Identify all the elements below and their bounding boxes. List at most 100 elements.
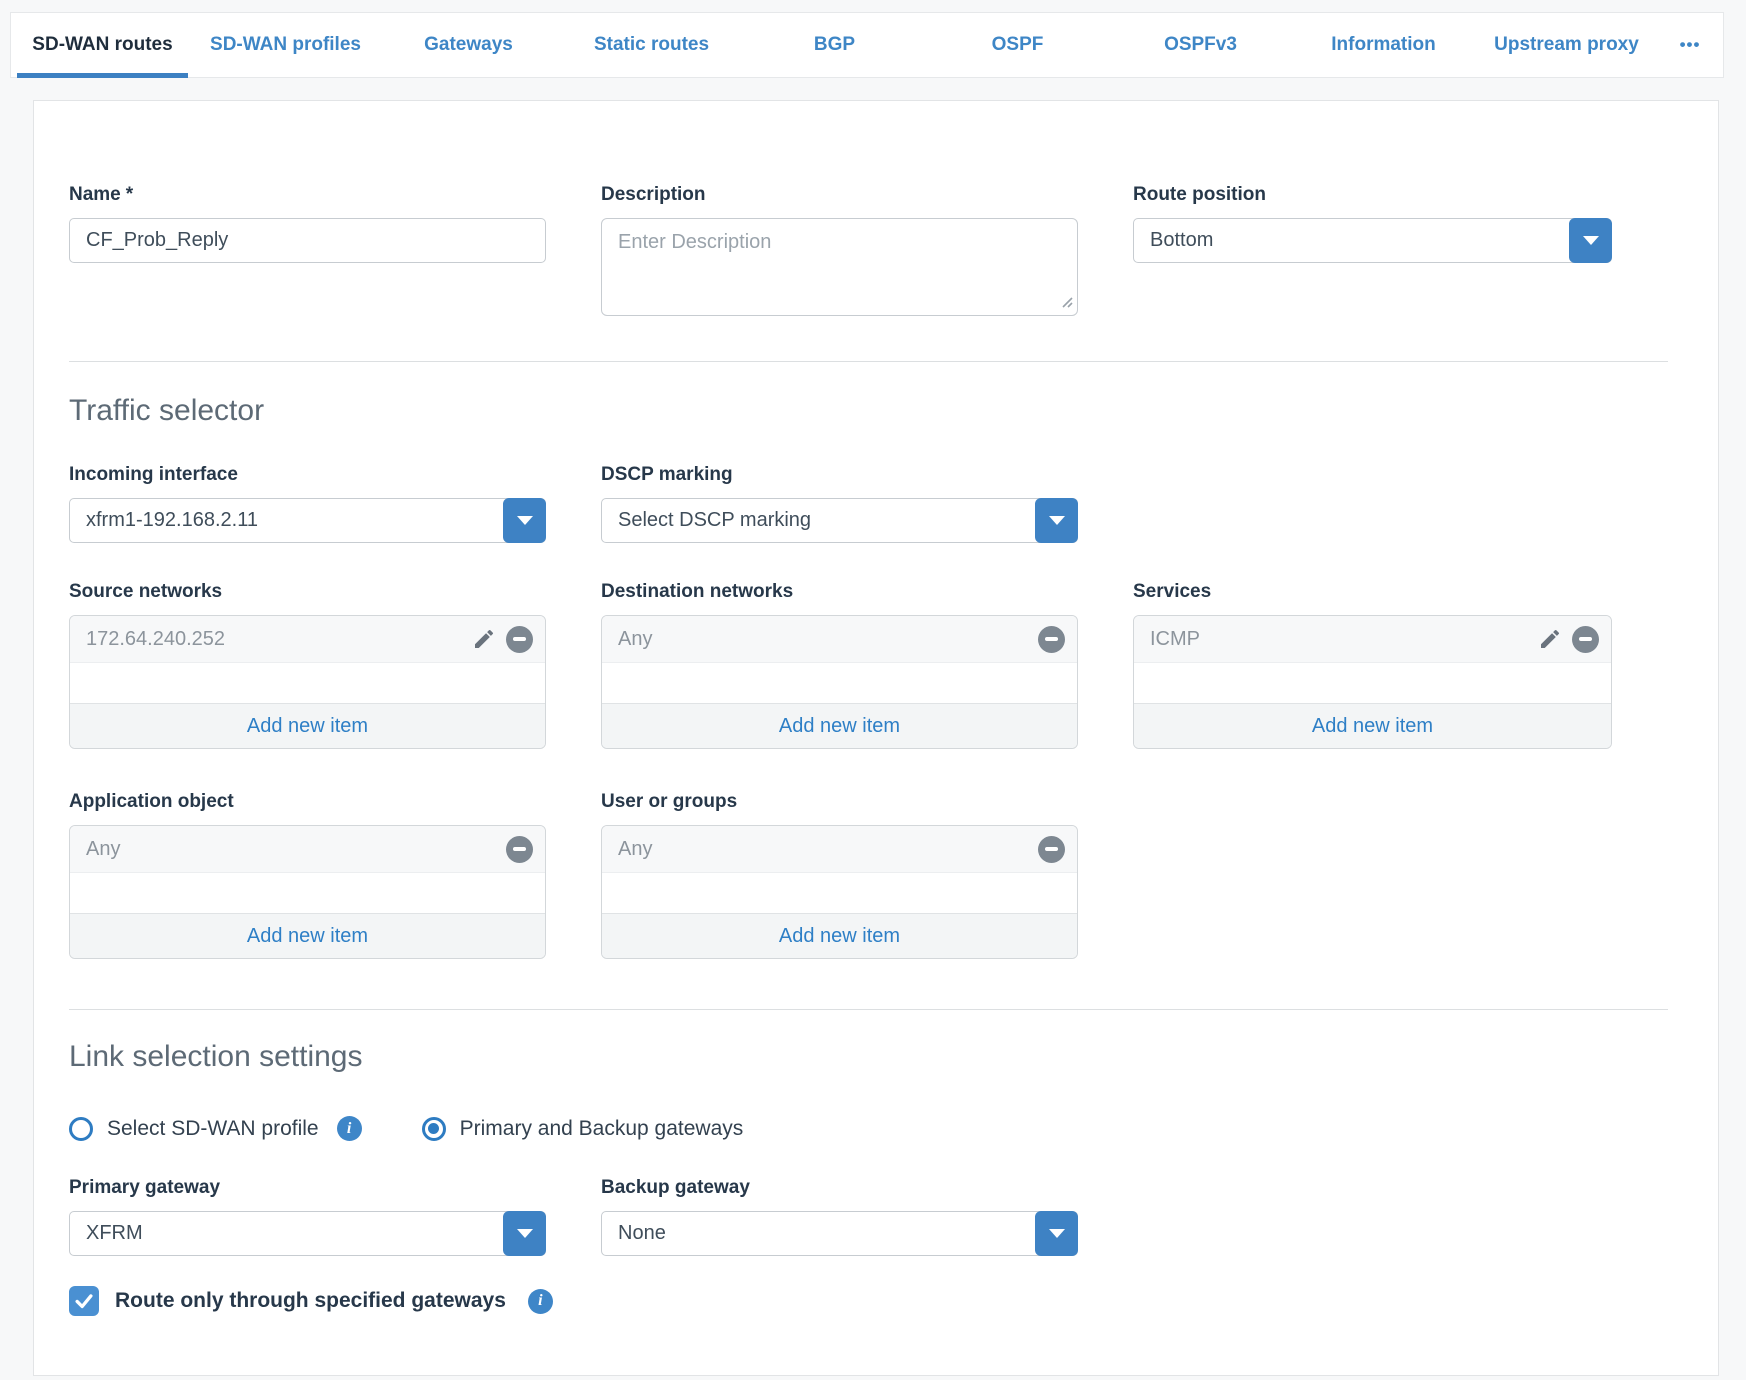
radio-unselected-icon <box>69 1117 93 1141</box>
user-or-groups-add-button[interactable]: Add new item <box>602 913 1077 958</box>
sdwan-route-form-card: Name* Description Route position Bottom <box>33 100 1719 1376</box>
route-position-dropdown-button[interactable] <box>1569 218 1612 263</box>
info-icon[interactable]: i <box>337 1116 362 1141</box>
backup-gateway-label: Backup gateway <box>601 1177 1078 1199</box>
chevron-down-icon <box>517 516 533 525</box>
list-item: 172.64.240.252 <box>70 616 545 663</box>
tabs-overflow-menu-icon[interactable]: ••• <box>1658 13 1722 77</box>
incoming-interface-dropdown-button[interactable] <box>503 498 546 543</box>
listbox-empty-area <box>602 873 1077 913</box>
list-item-value: 172.64.240.252 <box>86 628 472 651</box>
list-item-value: Any <box>86 838 506 861</box>
required-asterisk: * <box>126 184 133 206</box>
route-position-field-group: Route position Bottom <box>1133 184 1612 263</box>
networks-services-row: Source networks 172.64.240.252 Add new i… <box>69 581 1668 749</box>
incoming-interface-label: Incoming interface <box>69 464 546 486</box>
listbox-empty-area <box>602 663 1077 703</box>
dscp-marking-dropdown-button[interactable] <box>1035 498 1078 543</box>
source-networks-listbox: 172.64.240.252 Add new item <box>69 615 546 749</box>
remove-minus-icon[interactable] <box>506 836 533 863</box>
tab-upstream-proxy[interactable]: Upstream proxy <box>1475 13 1658 77</box>
radio-label: Select SD-WAN profile <box>107 1117 319 1141</box>
incoming-interface-select[interactable]: xfrm1-192.168.2.11 <box>69 498 546 543</box>
dscp-marking-value: Select DSCP marking <box>618 509 811 532</box>
check-icon <box>73 1290 95 1312</box>
interface-dscp-row: Incoming interface xfrm1-192.168.2.11 DS… <box>69 464 1668 543</box>
backup-gateway-select[interactable]: None <box>601 1211 1078 1256</box>
tab-sdwan-profiles[interactable]: SD-WAN profiles <box>194 13 377 77</box>
services-label: Services <box>1133 581 1612 603</box>
edit-pencil-icon[interactable] <box>1538 627 1562 651</box>
remove-minus-icon[interactable] <box>506 626 533 653</box>
services-listbox: ICMP Add new item <box>1133 615 1612 749</box>
edit-pencil-icon[interactable] <box>472 627 496 651</box>
list-item: ICMP <box>1134 616 1611 663</box>
radio-label: Primary and Backup gateways <box>460 1117 744 1141</box>
traffic-selector-title: Traffic selector <box>69 394 1668 428</box>
tab-ospf[interactable]: OSPF <box>926 13 1109 77</box>
description-label: Description <box>601 184 1078 206</box>
description-textarea[interactable] <box>601 218 1078 316</box>
application-object-add-button[interactable]: Add new item <box>70 913 545 958</box>
dscp-marking-select[interactable]: Select DSCP marking <box>601 498 1078 543</box>
primary-gateway-select[interactable]: XFRM <box>69 1211 546 1256</box>
route-only-row: Route only through specified gateways i <box>69 1286 1668 1316</box>
dscp-marking-field-group: DSCP marking Select DSCP marking <box>601 464 1078 543</box>
list-item-value: ICMP <box>1150 628 1538 651</box>
section-divider <box>69 1009 1668 1010</box>
info-icon[interactable]: i <box>528 1289 553 1314</box>
primary-gateway-field-group: Primary gateway XFRM <box>69 1177 546 1256</box>
tab-information[interactable]: Information <box>1292 13 1475 77</box>
user-or-groups-label: User or groups <box>601 791 1078 813</box>
destination-networks-field-group: Destination networks Any Add new item <box>601 581 1078 749</box>
route-only-checkbox[interactable] <box>69 1286 99 1316</box>
tab-ospfv3[interactable]: OSPFv3 <box>1109 13 1292 77</box>
chevron-down-icon <box>517 1229 533 1238</box>
link-selection-title: Link selection settings <box>69 1040 1668 1074</box>
services-add-button[interactable]: Add new item <box>1134 703 1611 748</box>
list-item: Any <box>602 616 1077 663</box>
backup-gateway-dropdown-button[interactable] <box>1035 1211 1078 1256</box>
tab-bar: SD-WAN routes SD-WAN profiles Gateways S… <box>10 12 1724 78</box>
dscp-marking-label: DSCP marking <box>601 464 1078 486</box>
tab-bgp[interactable]: BGP <box>743 13 926 77</box>
application-object-listbox: Any Add new item <box>69 825 546 959</box>
listbox-empty-area <box>70 663 545 703</box>
remove-minus-icon[interactable] <box>1038 836 1065 863</box>
list-item-value: Any <box>618 628 1038 651</box>
listbox-empty-area <box>1134 663 1611 703</box>
application-object-field-group: Application object Any Add new item <box>69 791 546 959</box>
radio-primary-backup-gateways[interactable]: Primary and Backup gateways <box>422 1117 744 1141</box>
remove-minus-icon[interactable] <box>1038 626 1065 653</box>
user-or-groups-field-group: User or groups Any Add new item <box>601 791 1078 959</box>
source-networks-label: Source networks <box>69 581 546 603</box>
route-position-select[interactable]: Bottom <box>1133 218 1612 263</box>
backup-gateway-value: None <box>618 1222 666 1245</box>
source-networks-field-group: Source networks 172.64.240.252 Add new i… <box>69 581 546 749</box>
incoming-interface-value: xfrm1-192.168.2.11 <box>86 509 258 532</box>
description-field-group: Description <box>601 184 1078 321</box>
tab-static-routes[interactable]: Static routes <box>560 13 743 77</box>
chevron-down-icon <box>1583 236 1599 245</box>
remove-minus-icon[interactable] <box>1572 626 1599 653</box>
radio-select-sdwan-profile[interactable]: Select SD-WAN profile <box>69 1117 319 1141</box>
radio-selected-icon <box>422 1117 446 1141</box>
tab-gateways[interactable]: Gateways <box>377 13 560 77</box>
source-networks-add-button[interactable]: Add new item <box>70 703 545 748</box>
listbox-empty-area <box>70 873 545 913</box>
destination-networks-listbox: Any Add new item <box>601 615 1078 749</box>
general-fields-row: Name* Description Route position Bottom <box>69 184 1668 321</box>
primary-gateway-label: Primary gateway <box>69 1177 546 1199</box>
list-item-value: Any <box>618 838 1038 861</box>
name-input[interactable] <box>69 218 546 263</box>
list-item: Any <box>602 826 1077 873</box>
route-only-label: Route only through specified gateways <box>115 1289 506 1313</box>
route-position-label: Route position <box>1133 184 1612 206</box>
section-divider <box>69 361 1668 362</box>
primary-gateway-value: XFRM <box>86 1222 143 1245</box>
primary-gateway-dropdown-button[interactable] <box>503 1211 546 1256</box>
destination-networks-add-button[interactable]: Add new item <box>602 703 1077 748</box>
gateways-row: Primary gateway XFRM Backup gateway None <box>69 1177 1668 1256</box>
name-label: Name* <box>69 184 546 206</box>
tab-sdwan-routes[interactable]: SD-WAN routes <box>11 13 194 77</box>
